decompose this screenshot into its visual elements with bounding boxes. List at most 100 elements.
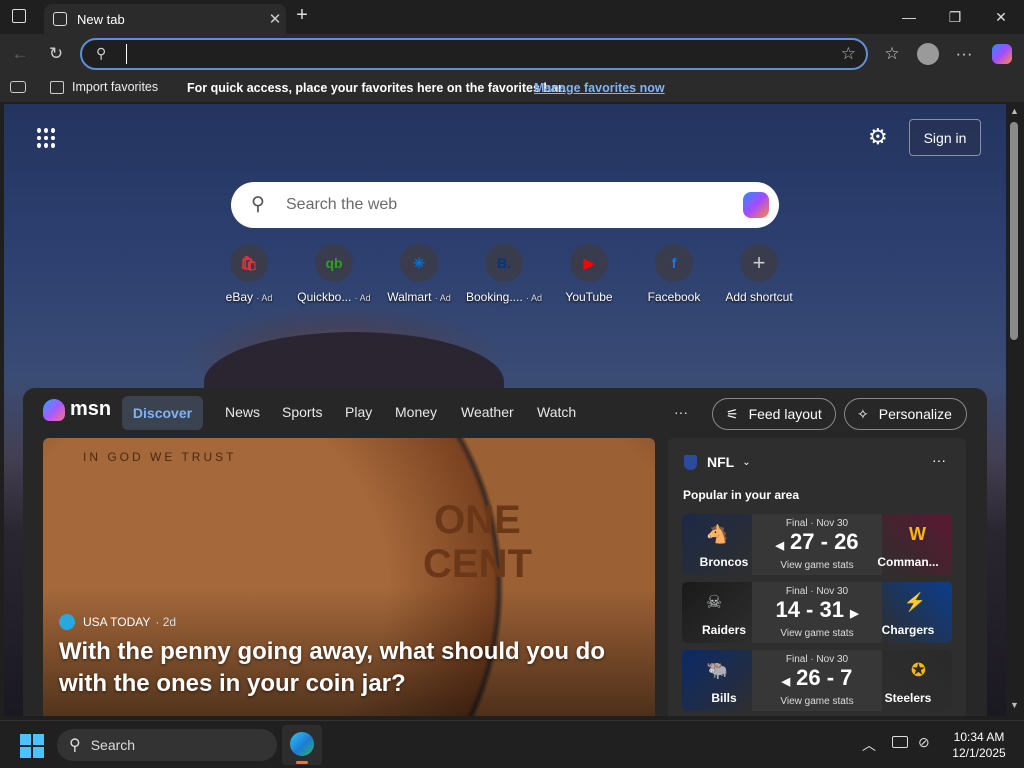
nav-news[interactable]: News <box>225 404 260 420</box>
toolbar: ← ↻ ⚲ ☆ ☆ ··· <box>0 34 1024 74</box>
scrollbar-thumb[interactable] <box>1010 122 1018 340</box>
sign-in-label: Sign in <box>923 129 967 146</box>
nfl-shield-icon <box>684 454 697 470</box>
apps-grid-icon[interactable] <box>37 128 57 148</box>
article-headline[interactable]: With the penny going away, what should y… <box>59 636 619 700</box>
restore-button[interactable]: ❐ <box>932 0 978 34</box>
web-search-placeholder: Search the web <box>286 196 398 213</box>
copilot-icon[interactable] <box>988 40 1016 68</box>
profile-avatar[interactable] <box>914 40 942 68</box>
back-button[interactable]: ← <box>6 40 34 68</box>
shortcut-walmart[interactable]: ✳ Walmart · Ad <box>377 244 461 304</box>
sparkle-icon: ✧ <box>857 405 869 422</box>
scroll-up-arrow-icon[interactable]: ▲ <box>1010 106 1019 116</box>
msn-brand: msn <box>70 398 112 420</box>
favorite-star-icon[interactable]: ☆ <box>841 44 856 64</box>
shortcut-youtube[interactable]: ▶ YouTube <box>547 244 631 304</box>
nfl-title: NFL <box>707 454 735 470</box>
nav-play[interactable]: Play <box>345 404 372 420</box>
youtube-icon: ▶ <box>570 244 608 282</box>
favorites-icon[interactable]: ☆ <box>878 40 906 68</box>
gear-icon[interactable]: ⚙ <box>868 124 888 150</box>
import-favorites-button[interactable]: Import favorites <box>50 80 158 94</box>
shortcut-ebay[interactable]: 🛍 eBay · Ad <box>207 244 291 304</box>
chevron-down-icon: ⌄ <box>742 456 751 468</box>
add-shortcut-button[interactable]: + Add shortcut <box>717 244 801 304</box>
penny-text-cent: ONE CENT <box>423 498 532 586</box>
tab-title: New tab <box>77 11 125 27</box>
shortcut-label: Booking.... <box>465 290 523 304</box>
close-window-button[interactable]: ✕ <box>978 0 1024 34</box>
shortcut-label: Add shortcut <box>725 290 793 304</box>
feed-layout-label: Feed layout <box>748 406 822 422</box>
ad-label: · Ad <box>354 293 371 303</box>
settings-more-icon[interactable]: ··· <box>950 40 978 68</box>
manage-favorites-link[interactable]: Manage favorites now <box>534 81 665 95</box>
nav-sports[interactable]: Sports <box>282 404 322 420</box>
copilot-icon[interactable] <box>743 192 769 218</box>
minimize-button[interactable]: — <box>886 0 932 34</box>
taskbar-search-label: Search <box>90 737 136 753</box>
shortcut-label: Quickbo... <box>297 290 352 304</box>
clock-time: 10:34 AM <box>953 730 1005 744</box>
nav-discover[interactable]: Discover <box>122 396 203 430</box>
personalize-button[interactable]: ✧ Personalize <box>844 398 967 430</box>
nav-weather[interactable]: Weather <box>461 404 514 420</box>
team2-name: Steelers <box>884 691 932 705</box>
shortcut-label: eBay <box>225 290 253 304</box>
new-tab-button[interactable]: + <box>290 4 314 28</box>
chevron-up-icon[interactable]: ︿ <box>862 735 876 755</box>
address-bar[interactable]: ⚲ ☆ <box>80 38 868 70</box>
nfl-header[interactable]: NFL ⌄ <box>684 454 751 470</box>
ad-label: · Ad <box>434 293 451 303</box>
shortcut-facebook[interactable]: f Facebook <box>632 244 716 304</box>
shortcut-label: Facebook <box>647 290 701 304</box>
scroll-down-arrow-icon[interactable]: ▼ <box>1010 700 1019 710</box>
edge-icon <box>290 732 314 756</box>
favbar-message: For quick access, place your favorites h… <box>187 81 566 95</box>
game-status: Final · Nov 30 <box>785 518 849 529</box>
windows-start-icon[interactable] <box>20 734 44 758</box>
team1-name: Broncos <box>699 555 749 569</box>
refresh-button[interactable]: ↻ <box>42 40 70 68</box>
personalize-label: Personalize <box>878 406 952 422</box>
nav-watch[interactable]: Watch <box>537 404 576 420</box>
msn-logo[interactable]: msn <box>43 398 111 421</box>
tab-actions-icon[interactable] <box>12 9 26 23</box>
address-input[interactable] <box>126 44 806 64</box>
plus-icon: + <box>740 244 778 282</box>
edge-taskbar-button[interactable] <box>282 725 322 765</box>
nfl-more-icon[interactable]: ··· <box>932 452 946 468</box>
network-icon[interactable] <box>892 736 908 748</box>
usa-today-icon <box>59 614 75 630</box>
game-card[interactable]: ☠ ⚡ Final · Nov 30 14 - 31 ▶ View game s… <box>682 582 952 643</box>
shortcut-booking[interactable]: B. Booking.... · Ad <box>462 244 546 304</box>
active-indicator <box>296 761 308 764</box>
nav-more-button[interactable]: ··· <box>674 404 688 420</box>
shortcut-quickbooks[interactable]: qb Quickbo... · Ad <box>292 244 376 304</box>
nav-money[interactable]: Money <box>395 404 437 420</box>
ad-label: · Ad <box>256 293 273 303</box>
close-tab-icon[interactable]: ✕ <box>264 10 286 28</box>
search-icon: ⚲ <box>251 194 265 215</box>
game-status: Final · Nov 30 <box>785 586 849 597</box>
game-card[interactable]: 🐃 ✪ Final · Nov 30 ◀ 26 - 7 View game st… <box>682 650 952 711</box>
feed-layout-button[interactable]: ⚟ Feed layout <box>712 398 836 430</box>
team1-name: Raiders <box>701 623 747 637</box>
winner-arrow-left-icon: ◀ <box>781 676 791 688</box>
volume-muted-icon[interactable]: ⊘ <box>918 734 930 751</box>
taskbar-search[interactable]: ⚲ Search <box>57 729 277 761</box>
game-card[interactable]: 🐴 W Final · Nov 30 ◀ 27 - 26 View game s… <box>682 514 952 575</box>
web-search-box[interactable]: ⚲ Search the web <box>231 182 779 228</box>
team1-name: Bills <box>711 691 737 705</box>
ebay-icon: 🛍 <box>230 244 268 282</box>
title-bar: New tab ✕ + — ❐ ✕ <box>0 0 1024 34</box>
source-name: USA TODAY <box>83 615 151 629</box>
tab-new-tab[interactable]: New tab ✕ <box>44 4 286 34</box>
hero-article-card[interactable]: IN GOD WE TRUST ONE CENT USA TODAY · 2d W… <box>43 438 655 716</box>
favorites-bar: Import favorites For quick access, place… <box>0 74 1024 102</box>
clock[interactable]: 10:34 AM 12/1/2025 <box>944 729 1014 761</box>
sidebar-toggle-icon[interactable] <box>10 81 26 93</box>
page-scrollbar[interactable]: ▲ ▼ <box>1006 104 1024 716</box>
sign-in-button[interactable]: Sign in <box>909 119 981 156</box>
